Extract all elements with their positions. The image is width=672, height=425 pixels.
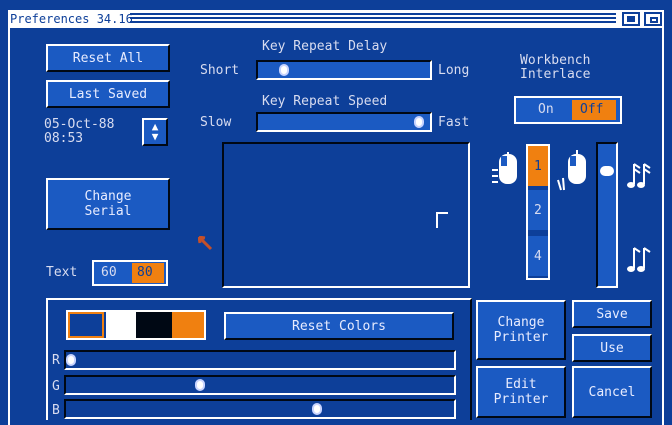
edit-printer-button[interactable]: Edit Printer [476,366,566,418]
blue-slider-label: B [52,403,60,418]
key-repeat-delay-slider[interactable] [256,60,432,80]
workbench-interlace-label: Workbench Interlace [520,53,591,82]
mouse-double-click-icon [556,150,596,194]
green-slider-knob[interactable] [195,379,205,391]
change-serial-button[interactable]: Change Serial [46,178,170,230]
key-repeat-speed-knob[interactable] [414,116,424,128]
key-repeat-delay-label: Key Repeat Delay [262,39,388,54]
notes-fast-icon [624,160,654,196]
cancel-button[interactable]: Cancel [572,366,652,418]
interlace-on-option[interactable]: On [528,100,566,120]
reset-all-button[interactable]: Reset All [46,44,170,72]
title-bar-stripes [130,13,616,25]
color-swatch-0[interactable] [68,312,104,338]
key-repeat-delay-max-label: Long [438,63,470,78]
key-repeat-delay-knob[interactable] [279,64,289,76]
updown-icon: ▲ ▼ [151,120,159,143]
text-columns-label: Text [46,265,78,280]
blue-slider[interactable] [64,399,456,419]
clock-time: 08:53 [44,131,84,146]
red-slider[interactable] [64,350,456,370]
depth-back-icon[interactable] [622,12,640,26]
pointer-crosshair-icon [436,212,448,228]
blue-slider-knob[interactable] [312,403,322,415]
color-palette[interactable] [66,310,206,340]
key-repeat-speed-max-label: Fast [438,115,470,130]
pointer-hotspot-arrow-icon [197,235,214,252]
depth-front-icon[interactable] [644,12,662,26]
color-swatch-3[interactable] [172,312,204,338]
preferences-screen: Preferences 34.16 Reset All Last Saved 0… [0,0,672,425]
text-60-option[interactable]: 60 [96,263,128,283]
clock-set-button[interactable]: ▲ ▼ [142,118,168,146]
last-saved-button[interactable]: Last Saved [46,80,170,108]
reset-colors-button[interactable]: Reset Colors [224,312,454,340]
window-title: Preferences 34.16 [10,12,133,26]
change-printer-button[interactable]: Change Printer [476,300,566,360]
green-slider-label: G [52,379,60,394]
key-repeat-speed-min-label: Slow [200,115,232,130]
double-click-slider[interactable] [596,142,618,288]
use-button[interactable]: Use [572,334,652,362]
interlace-off-option[interactable]: Off [572,100,616,120]
green-slider[interactable] [64,375,456,395]
window-left-border [8,28,10,425]
window-right-border [662,28,664,425]
color-swatch-1[interactable] [106,312,136,338]
mouse-speed-1-option[interactable]: 1 [528,146,548,186]
mouse-slow-icon [492,152,524,190]
clock-date: 05-Oct-88 [44,117,115,132]
notes-slow-icon [624,244,654,280]
key-repeat-delay-min-label: Short [200,63,240,78]
red-slider-label: R [52,353,60,368]
pointer-edit-area[interactable] [222,142,470,288]
save-button[interactable]: Save [572,300,652,328]
key-repeat-speed-label: Key Repeat Speed [262,94,388,109]
color-swatch-2[interactable] [136,312,172,338]
double-click-knob[interactable] [600,166,614,176]
mouse-speed-4-option[interactable]: 4 [528,236,548,276]
text-80-option[interactable]: 80 [132,263,164,283]
red-slider-knob[interactable] [66,354,76,366]
key-repeat-speed-slider[interactable] [256,112,432,132]
mouse-speed-2-option[interactable]: 2 [528,190,548,230]
